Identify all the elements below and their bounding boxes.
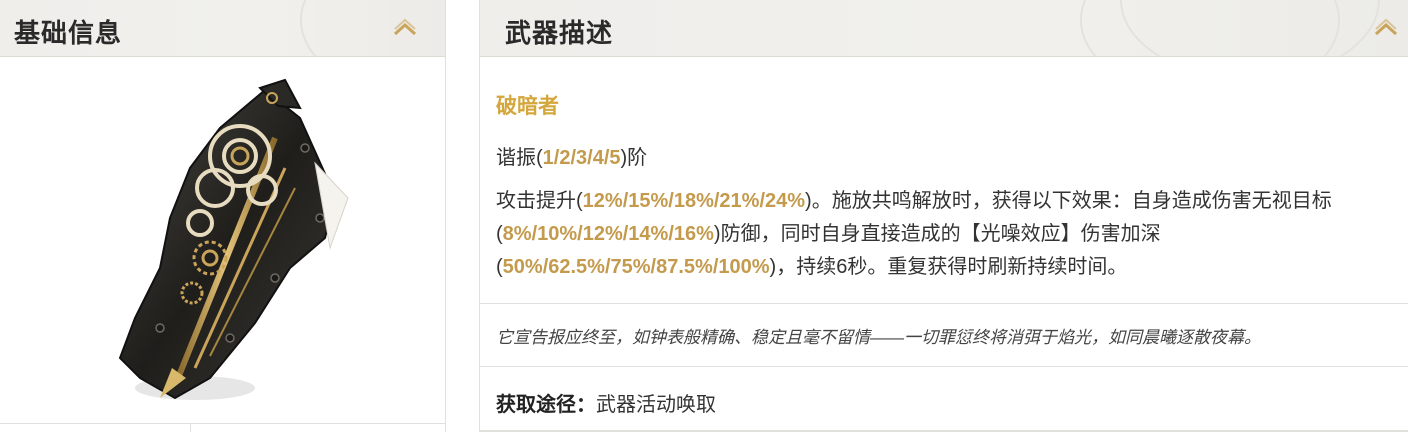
- left-footer-divider: [0, 423, 446, 424]
- header-decoration: [1120, 0, 1380, 56]
- chevron-up-icon[interactable]: [1373, 18, 1399, 38]
- header-decoration: [300, 0, 445, 56]
- basic-info-panel: 基础信息: [0, 0, 446, 432]
- obtain-label: 获取途径：: [496, 394, 596, 416]
- effect-text-1: 攻击提升(: [496, 190, 583, 212]
- effect-value-2: 8%/10%/12%/14%/16%: [502, 223, 714, 245]
- resonance-suffix: )阶: [620, 147, 648, 169]
- weapon-description-panel: 武器描述 破暗者 谐振(1/2/3/4/5)阶 攻击提升(12%/15%/18%…: [479, 0, 1408, 432]
- basic-info-title: 基础信息: [14, 18, 123, 48]
- effect-value-3: 50%/62.5%/75%/87.5%/100%: [502, 256, 770, 278]
- obtain-value: 武器活动唤取: [596, 394, 716, 416]
- weapon-effect-text: 攻击提升(12%/15%/18%/21%/24%)。施放共鸣解放时，获得以下效果…: [496, 185, 1408, 284]
- weapon-description-title: 武器描述: [505, 18, 614, 48]
- effect-value-1: 12%/15%/18%/21%/24%: [582, 190, 806, 212]
- resonance-prefix: 谐振(: [496, 147, 543, 169]
- obtain-method: 获取途径：武器活动唤取: [496, 388, 716, 417]
- chevron-up-icon[interactable]: [392, 18, 418, 38]
- left-footer-cell-divider: [190, 423, 191, 432]
- weapon-description-header[interactable]: 武器描述: [480, 0, 1408, 57]
- effect-text-4: )，持续6秒。重复获得时刷新持续时间。: [769, 256, 1128, 278]
- resonance-values: 1/2/3/4/5: [542, 147, 621, 169]
- section-divider: [480, 303, 1408, 304]
- resonance-levels: 谐振(1/2/3/4/5)阶: [496, 141, 647, 170]
- basic-info-header[interactable]: 基础信息: [0, 0, 445, 57]
- section-divider: [480, 366, 1408, 367]
- weapon-name: 破暗者: [496, 95, 559, 118]
- flavor-text: 它宣告报应终至，如钟表般精确、稳定且毫不留情——一切罪愆终将消弭于焰光，如同晨曦…: [496, 328, 1261, 347]
- gauntlet-weapon-image: [118, 78, 349, 400]
